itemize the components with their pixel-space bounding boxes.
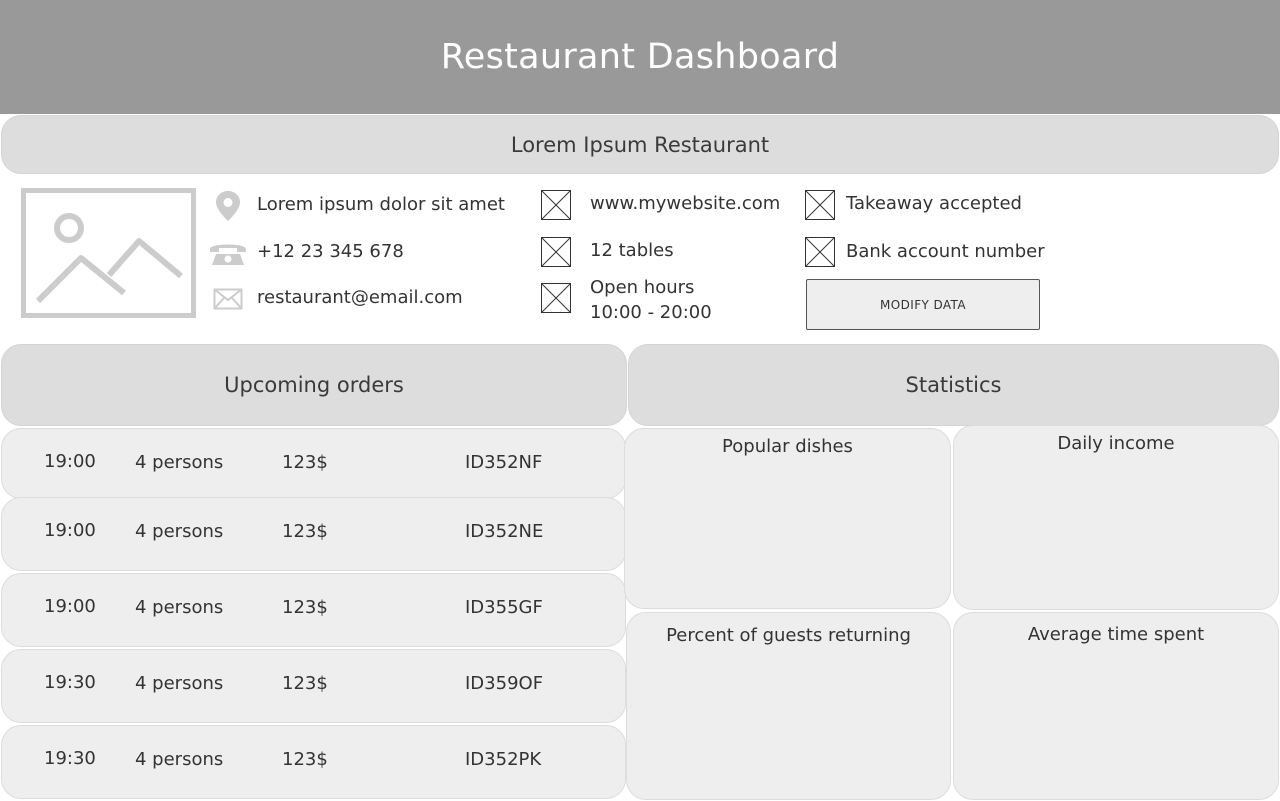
upcoming-orders-header: Upcoming orders xyxy=(1,344,627,426)
tables-placeholder-icon xyxy=(541,237,571,267)
order-price: 123$ xyxy=(282,673,328,694)
order-time: 19:00 xyxy=(44,596,96,617)
order-persons: 4 persons xyxy=(135,452,224,473)
order-price: 123$ xyxy=(282,521,328,542)
order-time: 19:30 xyxy=(44,672,96,693)
order-persons: 4 persons xyxy=(135,673,224,694)
modify-data-button[interactable]: MODIFY DATA xyxy=(806,279,1040,330)
order-row[interactable]: 19:00 4 persons 123$ ID355GF xyxy=(1,573,626,647)
takeaway-placeholder-icon xyxy=(805,190,835,220)
order-id: ID355GF xyxy=(465,597,543,618)
website-placeholder-icon xyxy=(541,190,571,220)
order-persons: 4 persons xyxy=(135,597,224,618)
stat-card-popular-dishes[interactable]: Popular dishes xyxy=(624,428,951,609)
restaurant-photo-placeholder xyxy=(21,188,196,318)
order-time: 19:30 xyxy=(44,748,96,769)
map-pin-icon xyxy=(216,191,240,221)
order-price: 123$ xyxy=(282,749,328,770)
restaurant-name: Lorem Ipsum Restaurant xyxy=(510,132,770,157)
stat-card-daily-income[interactable]: Daily income xyxy=(953,425,1279,610)
order-row[interactable]: 19:30 4 persons 123$ ID359OF xyxy=(1,649,626,723)
order-id: ID352PK xyxy=(465,749,542,770)
order-time: 19:00 xyxy=(44,451,96,472)
order-id: ID352NE xyxy=(465,521,544,542)
upcoming-orders-title: Upcoming orders xyxy=(224,373,404,397)
order-persons: 4 persons xyxy=(135,521,224,542)
order-row[interactable]: 19:30 4 persons 123$ ID352PK xyxy=(1,725,626,799)
restaurant-name-bar: Lorem Ipsum Restaurant xyxy=(1,115,1279,174)
phone-text: +12 23 345 678 xyxy=(257,241,404,262)
stat-card-average-time[interactable]: Average time spent xyxy=(953,612,1279,800)
bank-placeholder-icon xyxy=(805,237,835,267)
order-id: ID359OF xyxy=(465,673,544,694)
hours-label: Open hours xyxy=(590,277,695,298)
tables-text: 12 tables xyxy=(590,240,674,261)
envelope-icon xyxy=(213,288,243,310)
stat-card-title: Popular dishes xyxy=(722,436,853,457)
order-id: ID352NF xyxy=(465,452,543,473)
statistics-header: Statistics xyxy=(628,344,1279,426)
order-price: 123$ xyxy=(282,452,328,473)
order-row[interactable]: 19:00 4 persons 123$ ID352NF xyxy=(1,428,626,499)
order-time: 19:00 xyxy=(44,520,96,541)
image-placeholder-icon xyxy=(35,213,183,304)
order-row[interactable]: 19:00 4 persons 123$ ID352NE xyxy=(1,497,626,571)
app-header: Restaurant Dashboard xyxy=(0,0,1280,114)
statistics-title: Statistics xyxy=(905,373,1002,397)
stat-card-title: Average time spent xyxy=(1027,624,1205,645)
address-text: Lorem ipsum dolor sit amet xyxy=(257,194,505,215)
order-price: 123$ xyxy=(282,597,328,618)
phone-icon xyxy=(210,244,246,265)
page-title: Restaurant Dashboard xyxy=(440,37,840,77)
takeaway-text: Takeaway accepted xyxy=(846,193,1022,214)
website-link[interactable]: www.mywebsite.com xyxy=(590,191,780,216)
stat-card-title: Daily income xyxy=(1057,433,1175,454)
stat-card-title: Percent of guests returning xyxy=(666,625,911,646)
order-persons: 4 persons xyxy=(135,749,224,770)
hours-placeholder-icon xyxy=(541,283,571,313)
hours-value: 10:00 - 20:00 xyxy=(590,302,712,323)
bank-text: Bank account number xyxy=(846,241,1045,262)
email-text: restaurant@email.com xyxy=(257,287,463,308)
stat-card-guests-returning[interactable]: Percent of guests returning xyxy=(626,612,951,800)
